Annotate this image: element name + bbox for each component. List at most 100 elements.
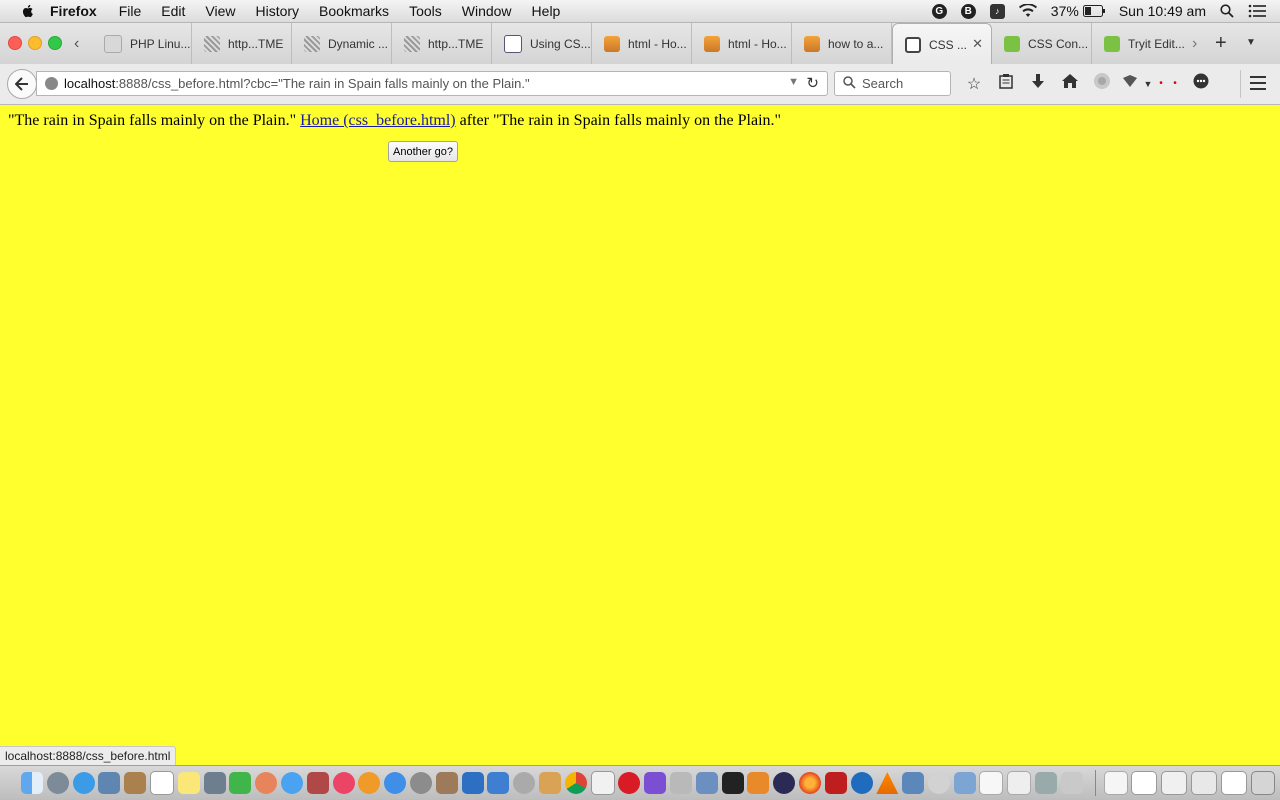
chat-icon[interactable]	[1182, 73, 1220, 94]
menu-history[interactable]: History	[255, 3, 299, 19]
extension-dropdown-icon[interactable]: ▼	[1142, 79, 1154, 89]
tab[interactable]: Using CS...	[492, 23, 592, 64]
cube-app-icon[interactable]	[953, 772, 976, 794]
window-minimize-button[interactable]	[28, 36, 42, 50]
calendar-icon[interactable]	[149, 771, 174, 795]
tab[interactable]: html - Ho...	[692, 23, 792, 64]
menu-help[interactable]: Help	[532, 3, 561, 19]
window-thumbnail-icon[interactable]	[1131, 771, 1158, 795]
back-button[interactable]	[7, 69, 37, 99]
safari-icon[interactable]	[72, 772, 95, 794]
photo-booth-icon[interactable]	[203, 772, 226, 794]
battery-icon[interactable]	[1082, 5, 1105, 17]
facetime-icon[interactable]	[229, 772, 252, 794]
window-zoom-button[interactable]	[48, 36, 62, 50]
system-preferences-icon[interactable]	[409, 772, 432, 794]
window-close-button[interactable]	[8, 36, 22, 50]
screen-share-icon[interactable]	[902, 772, 925, 794]
downloads-icon[interactable]	[1022, 73, 1054, 94]
tab[interactable]: html - Ho...	[592, 23, 692, 64]
window-thumbnail-icon[interactable]	[1220, 771, 1247, 795]
document-app-icon[interactable]	[979, 771, 1004, 795]
bbedit-status-icon[interactable]: B	[960, 3, 976, 19]
chrome-icon[interactable]	[564, 772, 587, 794]
archive-icon[interactable]	[538, 772, 561, 794]
contacts-icon[interactable]	[124, 772, 147, 794]
menu-tools[interactable]: Tools	[409, 3, 442, 19]
preview-icon[interactable]	[98, 772, 121, 794]
text-editor-icon[interactable]	[487, 772, 510, 794]
tab[interactable]: how to a...	[792, 23, 892, 64]
hamburger-menu-icon[interactable]	[1250, 76, 1266, 94]
app-menu-firefox[interactable]: Firefox	[50, 3, 97, 19]
tab[interactable]: CSS Con...	[992, 23, 1092, 64]
notification-center-icon[interactable]	[1248, 4, 1266, 18]
url-history-dropdown-icon[interactable]: ▼	[788, 76, 799, 88]
xcode-icon[interactable]	[461, 772, 484, 794]
home-link[interactable]: Home (css_before.html)	[300, 112, 456, 129]
tab[interactable]: Tryit Edit...	[1092, 23, 1192, 64]
disk-utility-icon[interactable]	[1060, 772, 1083, 794]
trash-icon[interactable]	[1250, 771, 1275, 795]
clock[interactable]: Sun 10:49 am	[1119, 3, 1206, 19]
menu-edit[interactable]: Edit	[161, 3, 185, 19]
reload-icon[interactable]: ↻	[806, 74, 819, 92]
audio-status-icon[interactable]: ♪	[989, 3, 1005, 19]
search-input[interactable]: Search	[834, 71, 951, 96]
wifi-icon[interactable]	[1018, 4, 1037, 18]
tool-icon[interactable]	[669, 772, 692, 794]
battery-percent[interactable]: 37%	[1051, 3, 1079, 19]
tab[interactable]: http...TME	[392, 23, 492, 64]
itunes-icon[interactable]	[332, 772, 355, 794]
star-app-icon[interactable]	[644, 772, 667, 794]
photos-icon[interactable]	[255, 772, 278, 794]
mail-icon[interactable]	[695, 772, 718, 794]
tab[interactable]: Dynamic ...	[292, 23, 392, 64]
bug-icon[interactable]	[513, 772, 536, 794]
bbedit-icon[interactable]	[773, 772, 796, 794]
bookmark-star-icon[interactable]: ☆	[958, 74, 990, 94]
launchpad-icon[interactable]	[46, 772, 69, 794]
another-go-button[interactable]: Another go?	[388, 141, 458, 162]
notes-icon[interactable]	[177, 772, 200, 794]
browser-icon[interactable]	[850, 772, 873, 794]
apple-icon[interactable]	[20, 3, 36, 19]
filezilla-helper-icon[interactable]	[747, 772, 770, 794]
tab[interactable]: PHP Linu...	[92, 23, 192, 64]
window-thumbnail-icon[interactable]	[1191, 771, 1218, 795]
bookmarks-menu-icon[interactable]	[990, 73, 1022, 94]
red-dot-icon[interactable]: •	[1168, 78, 1182, 89]
vlc-icon[interactable]	[876, 772, 899, 794]
menu-file[interactable]: File	[119, 3, 142, 19]
firefox-icon[interactable]	[798, 772, 821, 794]
tab-active[interactable]: CSS ... ✕	[892, 23, 992, 65]
addon-icon[interactable]	[1086, 72, 1118, 95]
tabs-scroll-right-icon[interactable]: ›	[1192, 35, 1197, 53]
site-identity-icon[interactable]	[45, 77, 58, 90]
menu-window[interactable]: Window	[462, 3, 512, 19]
tab[interactable]: http...TME	[192, 23, 292, 64]
menu-bookmarks[interactable]: Bookmarks	[319, 3, 389, 19]
tabs-scroll-left-icon[interactable]: ‹	[74, 35, 79, 53]
menu-view[interactable]: View	[205, 3, 235, 19]
home-icon[interactable]	[1054, 74, 1086, 93]
photo-app-icon[interactable]	[306, 772, 329, 794]
opera-icon[interactable]	[618, 772, 641, 794]
spotlight-search-icon[interactable]	[1220, 4, 1234, 18]
window-thumbnail-icon[interactable]	[1161, 771, 1188, 795]
help-icon[interactable]	[927, 772, 950, 794]
terminal-icon[interactable]	[721, 772, 744, 794]
documents-stack-icon[interactable]	[1103, 771, 1128, 795]
messages-icon[interactable]	[280, 772, 303, 794]
finder-icon[interactable]	[21, 772, 43, 794]
app-store-icon[interactable]	[384, 772, 407, 794]
status-app-icon[interactable]: G	[931, 3, 947, 19]
url-bar[interactable]: localhost:8888/css_before.html?cbc="The …	[36, 71, 828, 96]
file-icon[interactable]	[590, 771, 615, 795]
filezilla-icon[interactable]	[824, 772, 847, 794]
list-all-tabs-icon[interactable]: ▼	[1246, 37, 1256, 48]
ibooks-icon[interactable]	[358, 772, 381, 794]
extension-icon[interactable]	[1118, 74, 1142, 93]
utility-icon[interactable]	[435, 772, 458, 794]
tab-close-icon[interactable]: ✕	[972, 36, 983, 52]
